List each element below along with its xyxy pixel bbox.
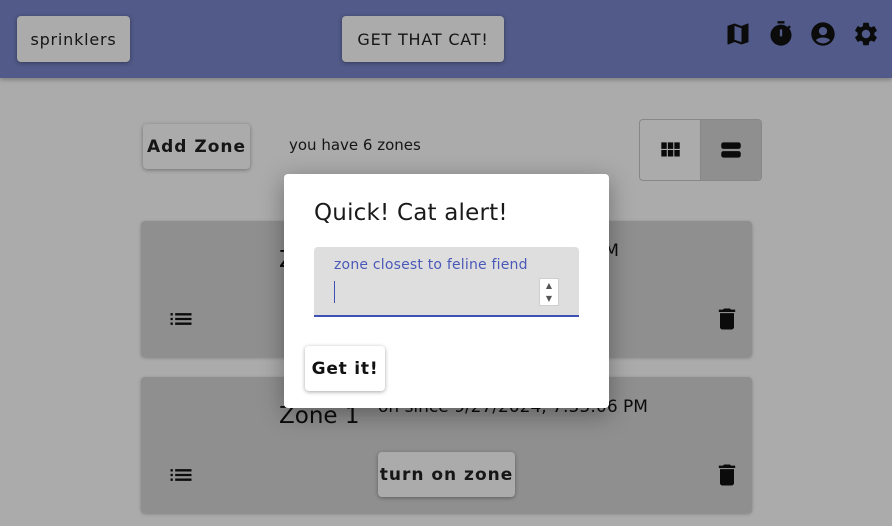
get-it-button[interactable]: Get it! — [305, 346, 385, 391]
zone-number-field[interactable]: zone closest to feline fiend ▲ ▼ — [314, 247, 579, 317]
dialog-title: Quick! Cat alert! — [314, 200, 508, 226]
text-caret — [334, 281, 335, 303]
zone-number-input[interactable] — [332, 279, 537, 305]
cat-alert-dialog: Quick! Cat alert! zone closest to feline… — [284, 174, 609, 408]
number-spinner[interactable]: ▲ ▼ — [539, 278, 559, 306]
spin-up-icon[interactable]: ▲ — [540, 279, 558, 292]
spin-down-icon[interactable]: ▼ — [540, 292, 558, 305]
zone-field-label: zone closest to feline fiend — [334, 257, 528, 273]
